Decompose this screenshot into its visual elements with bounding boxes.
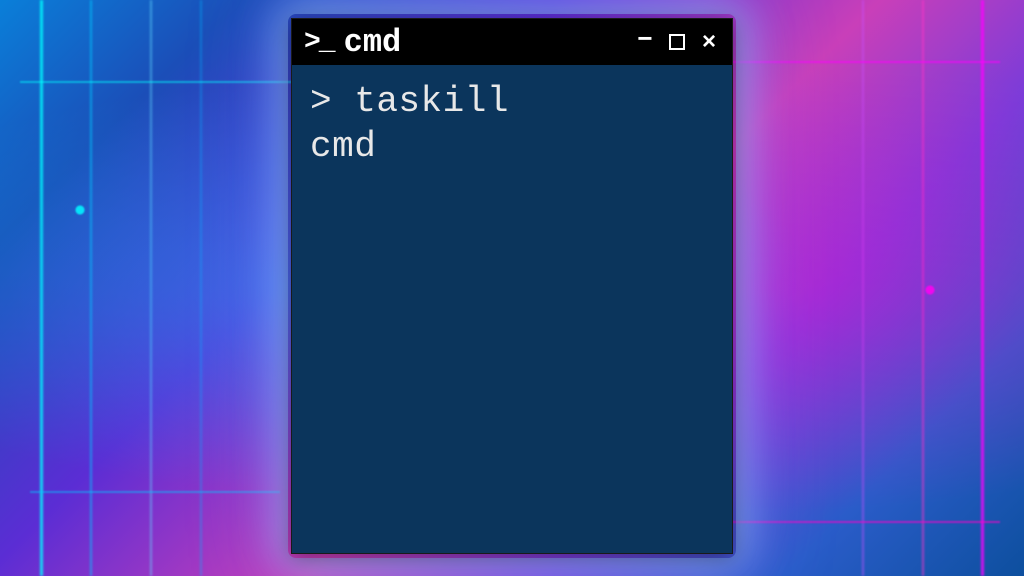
maximize-button[interactable] (666, 31, 688, 53)
window-controls: − × (634, 31, 720, 53)
command-text-2: cmd (310, 126, 376, 167)
terminal-icon-glyph: >_ (304, 27, 334, 58)
terminal-body[interactable]: > taskill cmd (292, 65, 732, 553)
titlebar[interactable]: >_ cmd − × (292, 19, 732, 65)
prompt-symbol: > (310, 81, 332, 122)
command-line-1: > taskill (310, 79, 714, 124)
command-text-1: taskill (354, 81, 509, 122)
command-line-2: cmd (310, 124, 714, 169)
minimize-button[interactable]: − (634, 27, 656, 49)
window-title: cmd (344, 24, 624, 61)
terminal-window: >_ cmd − × > taskill cmd (291, 18, 733, 554)
terminal-icon: >_ (304, 27, 334, 58)
close-button[interactable]: × (698, 31, 720, 53)
